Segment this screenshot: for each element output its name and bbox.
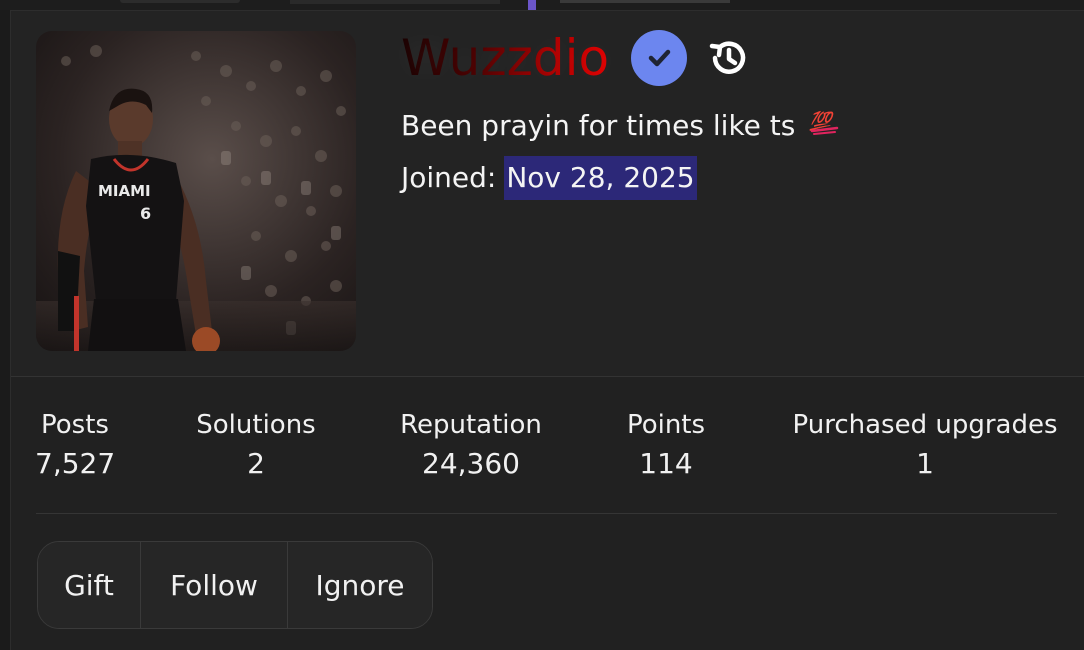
stat-label: Points [626, 410, 706, 440]
stat-solutions[interactable]: Solutions 2 [191, 406, 321, 484]
stat-label: Purchased upgrades [792, 410, 1058, 440]
stat-value: 7,527 [35, 447, 116, 480]
tab-fragment [290, 0, 500, 4]
username[interactable]: Wuzzdio [401, 23, 609, 93]
stat-value: 24,360 [422, 447, 520, 480]
stat-value: 114 [639, 447, 693, 480]
profile-card: MIAMI 6 Wuzzdio Been prayin for times li… [10, 10, 1084, 650]
check-badge-icon[interactable] [631, 30, 688, 86]
jersey-number: 6 [140, 204, 151, 223]
ignore-button[interactable]: Ignore [288, 542, 432, 628]
tab-fragment [560, 0, 730, 3]
stat-value: 1 [916, 447, 934, 480]
joined-label: Joined: [401, 161, 497, 194]
stat-purchased-upgrades[interactable]: Purchased upgrades 1 [785, 406, 1065, 484]
joined-date: Nov 28, 2025 [504, 156, 697, 200]
username-row: Wuzzdio [401, 23, 751, 93]
joined-info: Joined: Nov 28, 2025 [401, 156, 697, 200]
stat-posts[interactable]: Posts 7,527 [35, 406, 115, 484]
stat-value: 2 [247, 447, 265, 480]
stat-label: Reputation [400, 410, 542, 440]
top-tab-strip [0, 0, 1084, 10]
bio-text: Been prayin for times like ts [401, 109, 796, 142]
stat-label: Posts [41, 410, 109, 440]
divider [36, 513, 1057, 514]
profile-actions: Gift Follow Ignore [37, 541, 433, 629]
active-tab-indicator [528, 0, 536, 10]
avatar-image: MIAMI 6 [36, 31, 356, 351]
more-options-icon[interactable]: ⋮ [1078, 335, 1084, 349]
stat-reputation[interactable]: Reputation 24,360 [396, 406, 546, 484]
jersey-text: MIAMI [98, 182, 151, 200]
history-icon[interactable] [705, 35, 751, 81]
stat-points[interactable]: Points 114 [616, 406, 716, 484]
tab-fragment [120, 0, 240, 3]
avatar[interactable]: MIAMI 6 [36, 31, 356, 351]
hundred-points-icon: 💯 [809, 106, 843, 146]
gift-button[interactable]: Gift [38, 542, 141, 628]
stats-row: Posts 7,527 Solutions 2 Reputation 24,36… [11, 406, 1084, 496]
bio: Been prayin for times like ts 💯 [401, 106, 843, 146]
profile-header: MIAMI 6 Wuzzdio Been prayin for times li… [11, 11, 1084, 377]
stat-label: Solutions [196, 410, 316, 440]
follow-button[interactable]: Follow [141, 542, 288, 628]
